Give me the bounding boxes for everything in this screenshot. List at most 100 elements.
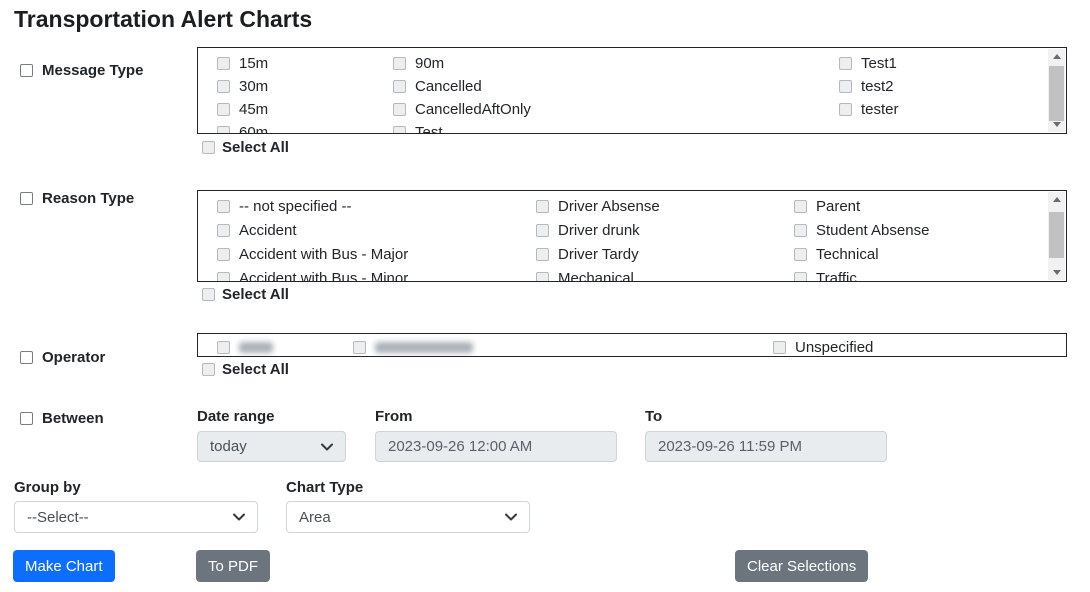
checkbox-option[interactable]: 60m (217, 122, 268, 134)
from-label: From (375, 408, 413, 425)
chart-type-value: Area (299, 509, 331, 526)
chart-type-select[interactable]: Area (286, 501, 530, 533)
option-label: Parent (816, 199, 860, 214)
checkbox-icon[interactable] (536, 248, 549, 261)
checkbox-option[interactable]: Accident with Bus - Major (217, 244, 408, 264)
date-range-value: today (210, 438, 247, 455)
between-checkbox[interactable] (20, 412, 33, 425)
checkbox-icon[interactable] (393, 126, 406, 135)
checkbox-option[interactable]: Technical (794, 244, 879, 264)
option-label: 30m (239, 79, 268, 94)
scroll-down-icon[interactable] (1048, 265, 1065, 280)
checkbox-icon[interactable] (217, 80, 230, 93)
reason-type-listbox[interactable]: -- not specified -- Accident Accident with… (197, 190, 1067, 282)
checkbox-icon[interactable] (393, 103, 406, 116)
checkbox-icon[interactable] (217, 272, 230, 283)
operator-label: Operator (42, 349, 105, 366)
to-input[interactable]: 2023-09-26 11:59 PM (645, 431, 887, 462)
chart-type-label: Chart Type (286, 479, 363, 496)
checkbox-icon[interactable] (217, 224, 230, 237)
group-by-select[interactable]: --Select-- (14, 501, 258, 533)
checkbox-option[interactable]: 15m (217, 53, 268, 73)
checkbox-icon[interactable] (773, 341, 786, 354)
scroll-thumb[interactable] (1049, 66, 1064, 121)
checkbox-icon[interactable] (794, 272, 807, 283)
operator-listbox[interactable]: Unspecified (197, 333, 1067, 357)
checkbox-option[interactable]: Mechanical (536, 268, 634, 282)
checkbox-icon[interactable] (839, 80, 852, 93)
scrollbar[interactable] (1048, 49, 1065, 132)
operator-checkbox[interactable] (20, 351, 33, 364)
checkbox-option[interactable]: test2 (839, 76, 894, 96)
clear-selections-button[interactable]: Clear Selections (735, 550, 868, 582)
checkbox-option[interactable]: Unspecified (773, 337, 873, 357)
checkbox-icon[interactable] (536, 224, 549, 237)
from-value: 2023-09-26 12:00 AM (388, 438, 532, 455)
message-type-select-all-checkbox[interactable] (202, 141, 215, 154)
checkbox-option[interactable]: Driver Tardy (536, 244, 639, 264)
scrollbar[interactable] (1048, 192, 1065, 280)
checkbox-option[interactable] (217, 337, 273, 357)
page-title: Transportation Alert Charts (14, 6, 312, 33)
checkbox-option[interactable]: 45m (217, 99, 268, 119)
checkbox-icon[interactable] (217, 248, 230, 261)
checkbox-option[interactable]: CancelledAftOnly (393, 99, 531, 119)
make-chart-button[interactable]: Make Chart (13, 550, 115, 582)
group-by-label: Group by (14, 479, 81, 496)
operator-select-all-checkbox[interactable] (202, 363, 215, 376)
checkbox-option[interactable] (353, 337, 473, 357)
option-label: 90m (415, 56, 444, 71)
to-label: To (645, 408, 662, 425)
option-label: Traffic (816, 271, 857, 283)
checkbox-icon[interactable] (217, 103, 230, 116)
scroll-thumb[interactable] (1049, 212, 1064, 258)
from-input[interactable]: 2023-09-26 12:00 AM (375, 431, 617, 462)
scroll-up-icon[interactable] (1048, 192, 1065, 207)
chevron-down-icon (505, 513, 517, 521)
option-label: Student Absense (816, 223, 929, 238)
option-label: Technical (816, 247, 879, 262)
checkbox-option[interactable]: Test1 (839, 53, 897, 73)
to-pdf-button[interactable]: To PDF (196, 550, 270, 582)
checkbox-option[interactable]: Driver Absense (536, 196, 660, 216)
checkbox-option[interactable]: Accident with Bus - Minor (217, 268, 408, 282)
reason-type-label: Reason Type (42, 190, 134, 207)
message-type-listbox[interactable]: 15m 30m 45m 60m 90m Cancelled CancelledAftOnly… (197, 47, 1067, 134)
checkbox-icon[interactable] (353, 341, 366, 354)
checkbox-option[interactable]: Test (393, 122, 443, 134)
scroll-down-icon[interactable] (1048, 117, 1065, 132)
checkbox-icon[interactable] (794, 200, 807, 213)
checkbox-icon[interactable] (794, 224, 807, 237)
date-range-select[interactable]: today (197, 431, 346, 462)
checkbox-option[interactable]: Traffic (794, 268, 857, 282)
checkbox-icon[interactable] (217, 126, 230, 135)
group-by-value: --Select-- (27, 509, 89, 526)
checkbox-option[interactable]: tester (839, 99, 899, 119)
checkbox-icon[interactable] (217, 57, 230, 70)
option-label: 45m (239, 102, 268, 117)
checkbox-option[interactable]: Accident (217, 220, 297, 240)
checkbox-option[interactable]: 90m (393, 53, 444, 73)
option-label: 15m (239, 56, 268, 71)
checkbox-icon[interactable] (217, 341, 230, 354)
scroll-up-icon[interactable] (1048, 49, 1065, 64)
reason-type-checkbox[interactable] (20, 192, 33, 205)
option-label: Driver drunk (558, 223, 640, 238)
checkbox-icon[interactable] (536, 200, 549, 213)
checkbox-icon[interactable] (393, 57, 406, 70)
checkbox-icon[interactable] (794, 248, 807, 261)
reason-type-select-all-checkbox[interactable] (202, 288, 215, 301)
checkbox-icon[interactable] (839, 57, 852, 70)
checkbox-icon[interactable] (217, 200, 230, 213)
checkbox-icon[interactable] (393, 80, 406, 93)
checkbox-option[interactable]: Cancelled (393, 76, 482, 96)
checkbox-option[interactable]: Driver drunk (536, 220, 640, 240)
checkbox-option[interactable]: 30m (217, 76, 268, 96)
checkbox-option[interactable]: Parent (794, 196, 860, 216)
checkbox-option[interactable]: -- not specified -- (217, 196, 352, 216)
reason-type-select-all-label: Select All (222, 286, 289, 303)
checkbox-option[interactable]: Student Absense (794, 220, 929, 240)
message-type-checkbox[interactable] (20, 64, 33, 77)
checkbox-icon[interactable] (839, 103, 852, 116)
checkbox-icon[interactable] (536, 272, 549, 283)
